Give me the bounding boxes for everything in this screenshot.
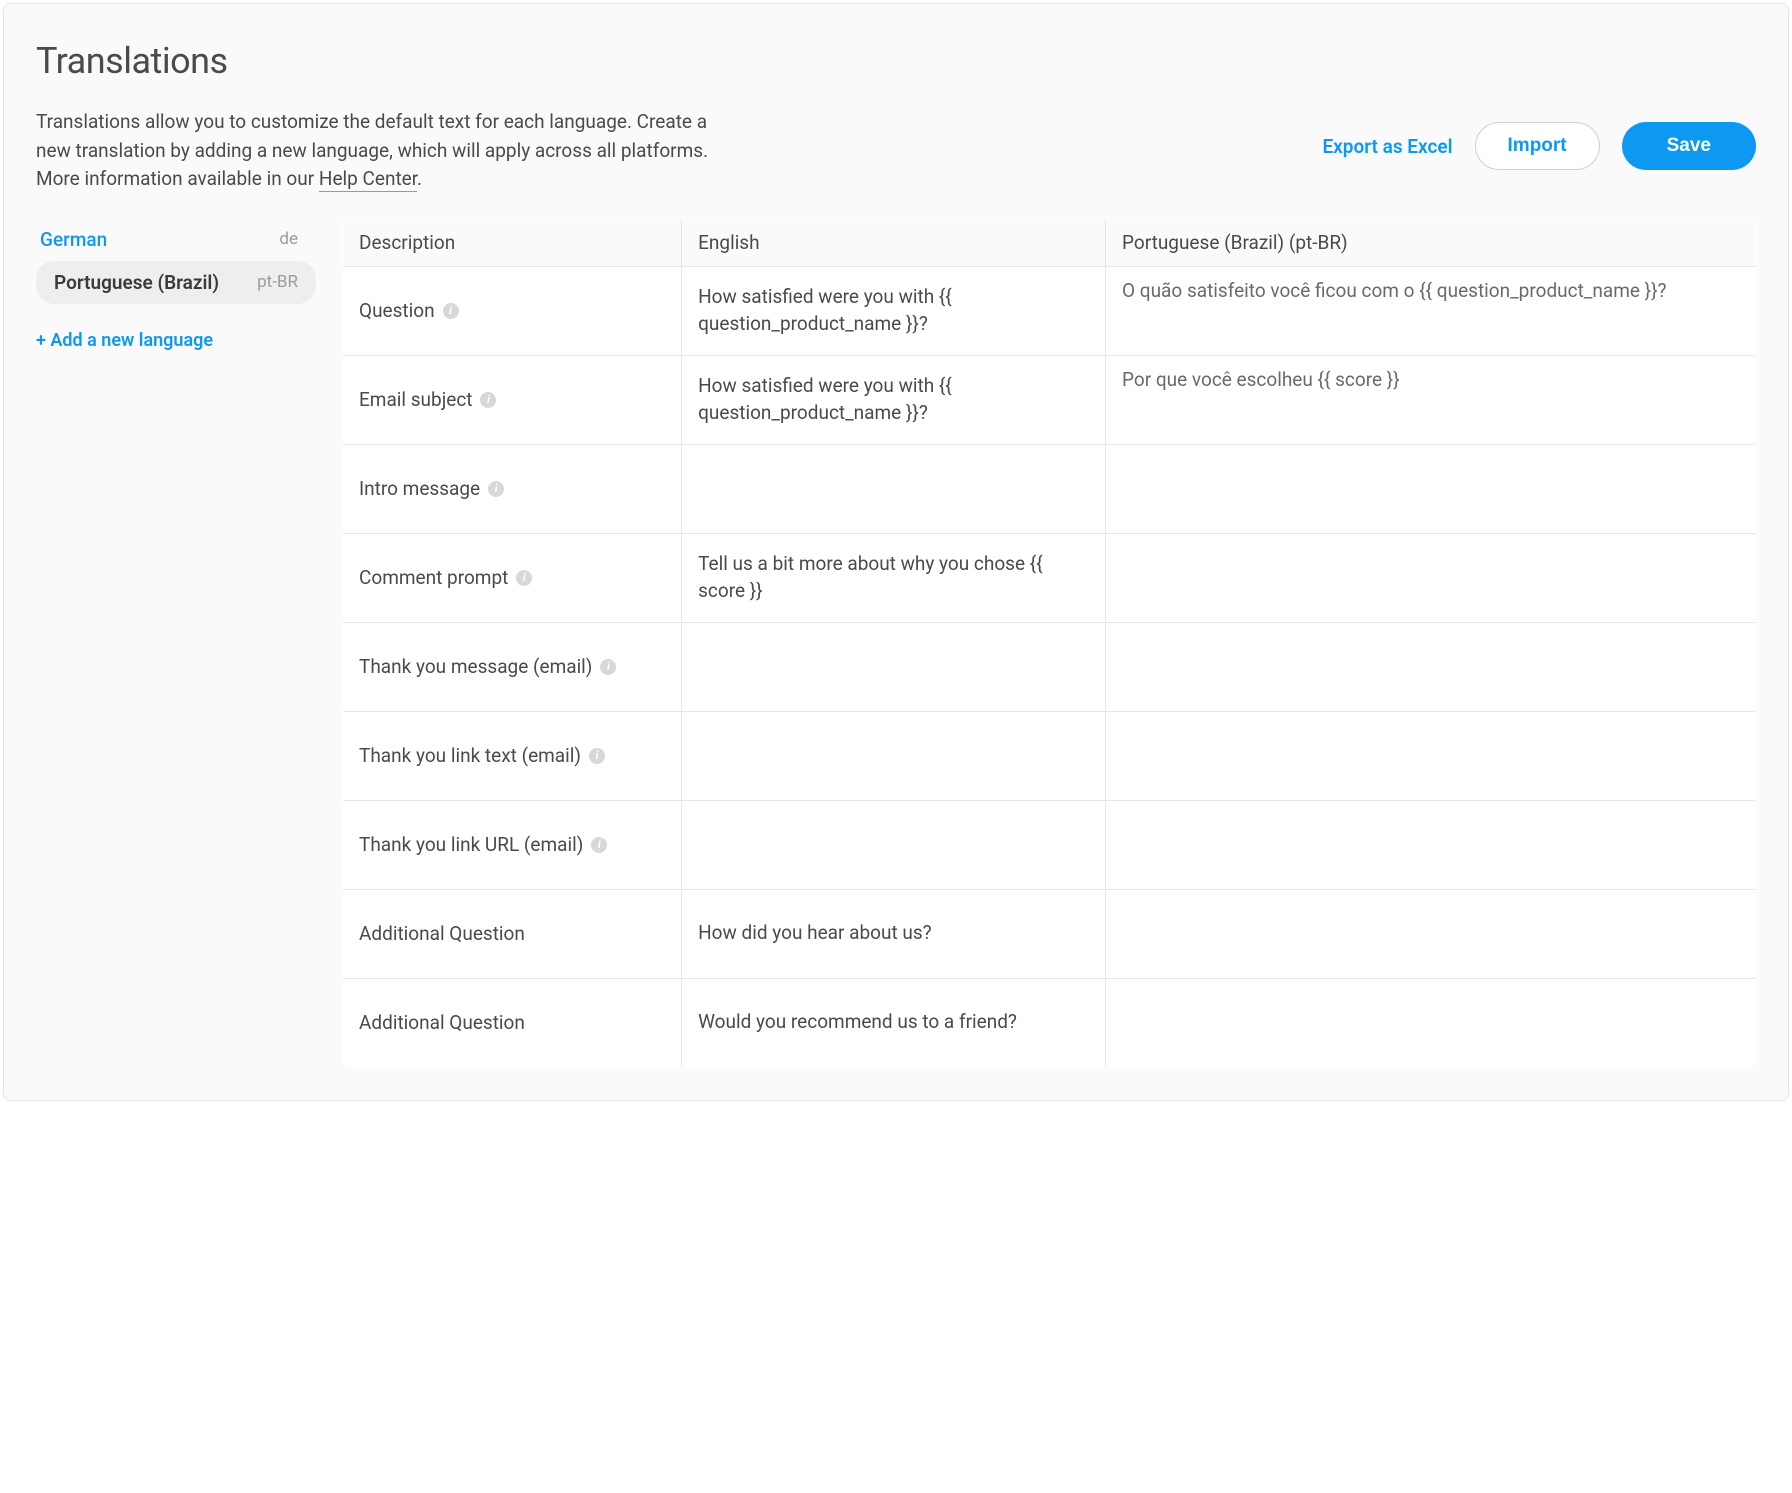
- english-cell: How did you hear about us?: [682, 889, 1106, 978]
- english-text: How satisfied were you with {{ question_…: [698, 373, 1089, 426]
- english-cell: Tell us a bit more about why you chose {…: [682, 533, 1106, 622]
- info-icon[interactable]: i: [488, 481, 504, 497]
- english-cell: [682, 711, 1106, 800]
- description-label: Additional Question: [359, 1011, 525, 1034]
- english-text: Would you recommend us to a friend?: [698, 1009, 1017, 1036]
- description-cell: Thank you link URL (email) i: [343, 800, 682, 889]
- english-cell: [682, 800, 1106, 889]
- translation-input[interactable]: [1122, 723, 1739, 783]
- translation-input[interactable]: [1122, 367, 1739, 427]
- english-cell: How satisfied were you with {{ question_…: [682, 355, 1106, 444]
- description-cell: Additional Question: [343, 889, 682, 978]
- translation-cell: [1106, 800, 1756, 889]
- translation-input[interactable]: [1122, 901, 1739, 961]
- column-header-english: English: [682, 218, 1106, 266]
- column-header-translation: Portuguese (Brazil) (pt-BR): [1106, 218, 1756, 266]
- translation-cell: [1106, 355, 1756, 444]
- info-icon[interactable]: i: [589, 748, 605, 764]
- translation-cell: [1106, 266, 1756, 355]
- table-row: Intro message i: [343, 444, 1756, 533]
- help-center-link[interactable]: Help Center: [319, 167, 417, 192]
- table-row: Thank you link URL (email) i: [343, 800, 1756, 889]
- info-icon[interactable]: i: [480, 392, 496, 408]
- table-row: Thank you link text (email) i: [343, 711, 1756, 800]
- sidebar-item-label: German: [40, 228, 107, 251]
- sidebar-item-code: de: [279, 229, 298, 249]
- english-cell: [682, 444, 1106, 533]
- save-button[interactable]: Save: [1622, 122, 1756, 170]
- language-sidebar: German de Portuguese (Brazil) pt-BR + Ad…: [36, 218, 316, 351]
- sidebar-item-german[interactable]: German de: [36, 218, 316, 261]
- description-label: Additional Question: [359, 922, 525, 945]
- description-label: Comment prompt: [359, 566, 508, 589]
- info-icon[interactable]: i: [600, 659, 616, 675]
- header-actions: Export as Excel Import Save: [1322, 122, 1756, 170]
- table-row: Additional Question How did you hear abou…: [343, 889, 1756, 978]
- english-text: Tell us a bit more about why you chose {…: [698, 551, 1089, 604]
- description-label: Thank you message (email): [359, 655, 592, 678]
- english-text: How satisfied were you with {{ question_…: [698, 284, 1089, 337]
- description-cell: Email subject i: [343, 355, 682, 444]
- translation-input[interactable]: [1122, 634, 1739, 694]
- description-cell: Comment prompt i: [343, 533, 682, 622]
- page-title: Translations: [36, 40, 1756, 82]
- description-cell: Question i: [343, 266, 682, 355]
- sidebar-item-portuguese-brazil[interactable]: Portuguese (Brazil) pt-BR: [36, 261, 316, 304]
- page-description: Translations allow you to customize the …: [36, 108, 716, 194]
- description-suffix: .: [417, 167, 422, 190]
- translation-cell: [1106, 444, 1756, 533]
- description-cell: Thank you message (email) i: [343, 622, 682, 711]
- translation-input[interactable]: [1122, 990, 1739, 1050]
- sidebar-item-label: Portuguese (Brazil): [54, 271, 219, 294]
- table-row: Additional Question Would you recommend u…: [343, 978, 1756, 1067]
- add-language-button[interactable]: + Add a new language: [36, 330, 316, 351]
- description-label: Intro message: [359, 477, 480, 500]
- table-row: Comment prompt i Tell us a bit more about …: [343, 533, 1756, 622]
- translation-cell: [1106, 622, 1756, 711]
- translation-input[interactable]: [1122, 812, 1739, 872]
- translation-cell: [1106, 889, 1756, 978]
- table-row: Question i How satisfied were you with {{ …: [343, 266, 1756, 355]
- translation-input[interactable]: [1122, 278, 1739, 338]
- sidebar-item-code: pt-BR: [257, 272, 298, 292]
- table-row: Email subject i How satisfied were you wit…: [343, 355, 1756, 444]
- info-icon[interactable]: i: [591, 837, 607, 853]
- translation-input[interactable]: [1122, 456, 1739, 516]
- english-cell: How satisfied were you with {{ question_…: [682, 266, 1106, 355]
- description-cell: Intro message i: [343, 444, 682, 533]
- description-cell: Thank you link text (email) i: [343, 711, 682, 800]
- column-header-description: Description: [343, 218, 682, 266]
- description-label: Email subject: [359, 388, 472, 411]
- english-cell: [682, 622, 1106, 711]
- english-text: How did you hear about us?: [698, 920, 932, 947]
- description-label: Thank you link text (email): [359, 744, 581, 767]
- translation-cell: [1106, 978, 1756, 1067]
- description-label: Thank you link URL (email): [359, 833, 583, 856]
- table-row: Thank you message (email) i: [343, 622, 1756, 711]
- info-icon[interactable]: i: [516, 570, 532, 586]
- translation-cell: [1106, 711, 1756, 800]
- info-icon[interactable]: i: [443, 303, 459, 319]
- header-row: Translations allow you to customize the …: [36, 108, 1756, 194]
- translations-table: Description English Portuguese (Brazil) …: [342, 218, 1756, 1068]
- translation-input[interactable]: [1122, 545, 1739, 605]
- description-label: Question: [359, 299, 435, 322]
- export-excel-link[interactable]: Export as Excel: [1322, 135, 1452, 158]
- description-cell: Additional Question: [343, 978, 682, 1067]
- translation-cell: [1106, 533, 1756, 622]
- translations-table-wrap: Description English Portuguese (Brazil) …: [342, 218, 1756, 1068]
- import-button[interactable]: Import: [1475, 122, 1600, 170]
- english-cell: Would you recommend us to a friend?: [682, 978, 1106, 1067]
